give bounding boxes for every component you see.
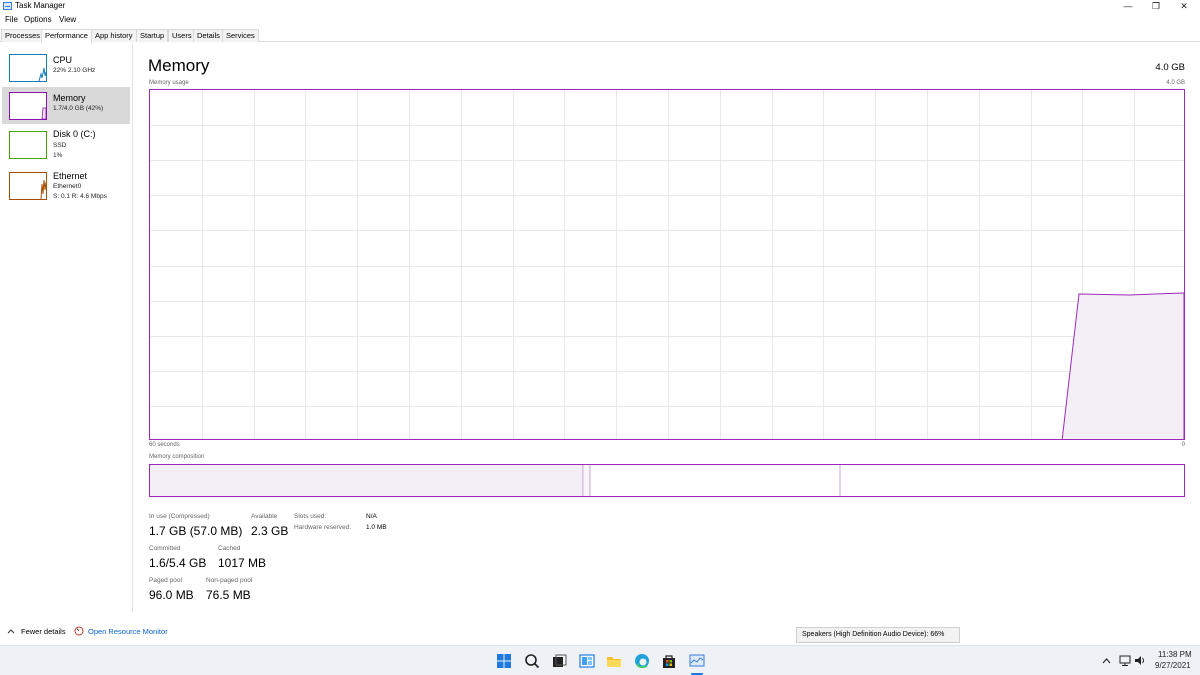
hardware-reserved-label: Hardware reserved: (294, 524, 352, 531)
chevron-up-icon[interactable] (7, 628, 15, 634)
edge-icon[interactable] (634, 653, 650, 669)
sidebar-cpu-usage: 22% 2.10 GHz (53, 67, 96, 74)
sidebar-disk-type: SSD (53, 142, 67, 149)
non-paged-pool-label: Non-paged pool (206, 577, 253, 584)
composition-in-use (150, 465, 583, 496)
tab-users[interactable]: Users (168, 29, 196, 42)
committed-label: Committed (149, 545, 181, 552)
tab-processes[interactable]: Processes (1, 29, 45, 42)
memory-composition-bar (149, 464, 1185, 497)
available-label: Available (251, 513, 278, 520)
search-icon[interactable] (524, 653, 540, 669)
tab-startup[interactable]: Startup (136, 29, 169, 42)
slots-used-label: Slots used: (294, 513, 327, 520)
widgets-icon[interactable] (579, 653, 595, 669)
menu-file[interactable]: File (5, 15, 18, 24)
sidebar-ethernet-throughput: S: 0.1 R: 4.6 Mbps (53, 193, 107, 200)
memory-composition-label: Memory composition (149, 454, 205, 460)
sidebar-memory-usage: 1.7/4.0 GB (42%) (53, 105, 104, 112)
sidebar-item-disk[interactable]: Disk 0 (C:) SSD 1% (2, 127, 130, 165)
close-button[interactable]: ✕ (1169, 0, 1199, 14)
in-use-label: In use (Compressed) (149, 513, 210, 520)
footer-bar: Fewer details Open Resource Monitor (0, 622, 1200, 644)
tab-details[interactable]: Details (193, 29, 224, 42)
store-icon[interactable] (661, 653, 677, 669)
hardware-reserved-value: 1.0 MB (366, 524, 387, 531)
task-manager-icon[interactable] (689, 653, 705, 669)
windows-start-icon[interactable] (496, 653, 512, 669)
clock-date[interactable]: 9/27/2021 (1155, 661, 1191, 670)
memory-capacity: 4.0 GB (1155, 62, 1185, 73)
paged-pool-label: Paged pool (149, 577, 182, 584)
sidebar-item-memory[interactable]: Memory 1.7/4.0 GB (42%) (2, 87, 130, 124)
ethernet-thumbnail-graph (9, 172, 47, 200)
fewer-details-link[interactable]: Fewer details (21, 627, 66, 636)
menu-options[interactable]: Options (24, 15, 52, 24)
tab-app-history[interactable]: App history (91, 29, 137, 42)
menu-view[interactable]: View (59, 15, 76, 24)
sidebar-item-cpu[interactable]: CPU 22% 2.10 GHz (2, 51, 130, 85)
memory-usage-area (1061, 292, 1184, 439)
minimize-button[interactable]: — (1113, 0, 1143, 14)
title-bar: Task Manager — ❐ ✕ (0, 0, 1200, 14)
restore-button[interactable]: ❐ (1141, 0, 1171, 14)
clock-time[interactable]: 11:38 PM (1158, 650, 1192, 659)
available-value: 2.3 GB (251, 524, 289, 538)
memory-usage-max: 4.0 GB (1166, 80, 1185, 86)
cpu-thumbnail-graph (9, 54, 47, 82)
speaker-icon[interactable] (1134, 655, 1146, 666)
memory-thumbnail-graph (9, 92, 47, 120)
disk-thumbnail-graph (9, 131, 47, 159)
performance-sidebar: CPU 22% 2.10 GHz Memory 1.7/4.0 GB (42%)… (0, 43, 133, 612)
non-paged-pool-value: 76.5 MB (206, 588, 251, 602)
tab-performance[interactable]: Performance (41, 29, 92, 43)
network-icon[interactable] (1119, 655, 1131, 666)
memory-usage-graph (149, 89, 1185, 440)
graph-time-right: 0 (1181, 442, 1185, 448)
graph-grid (150, 90, 1184, 439)
sidebar-disk-title: Disk 0 (C:) (53, 129, 96, 139)
paged-pool-value: 96.0 MB (149, 588, 194, 602)
chevron-up-icon[interactable] (1102, 657, 1111, 664)
committed-value: 1.6/5.4 GB (149, 556, 207, 570)
cached-label: Cached (218, 545, 241, 552)
task-manager-app-icon (3, 2, 12, 10)
composition-modified (584, 465, 590, 496)
window-title: Task Manager (15, 1, 66, 10)
sidebar-ethernet-adapter: Ethernet0 (53, 183, 82, 190)
memory-usage-label: Memory usage (149, 80, 189, 86)
file-explorer-icon[interactable] (606, 653, 622, 669)
sidebar-item-ethernet[interactable]: Ethernet Ethernet0 S: 0.1 R: 4.6 Mbps (2, 169, 130, 205)
volume-tooltip: Speakers (High Definition Audio Device):… (796, 627, 960, 643)
cached-value: 1017 MB (218, 556, 267, 570)
sidebar-ethernet-title: Ethernet (53, 171, 88, 181)
sidebar-cpu-title: CPU (53, 55, 73, 65)
graph-time-left: 60 seconds (149, 442, 180, 448)
slots-used-value: N/A (366, 513, 377, 520)
task-view-icon[interactable] (551, 653, 567, 669)
page-title: Memory (148, 56, 210, 75)
in-use-value: 1.7 GB (57.0 MB) (149, 524, 243, 538)
resource-monitor-icon[interactable] (74, 626, 84, 636)
tab-services[interactable]: Services (222, 29, 259, 42)
sidebar-disk-usage: 1% (53, 152, 63, 159)
sidebar-memory-title: Memory (53, 93, 86, 103)
open-resource-monitor-link[interactable]: Open Resource Monitor (88, 627, 168, 636)
tab-strip: Processes Performance App history Startu… (0, 29, 1200, 43)
taskbar: 11:38 PM 9/27/2021 (0, 645, 1200, 675)
